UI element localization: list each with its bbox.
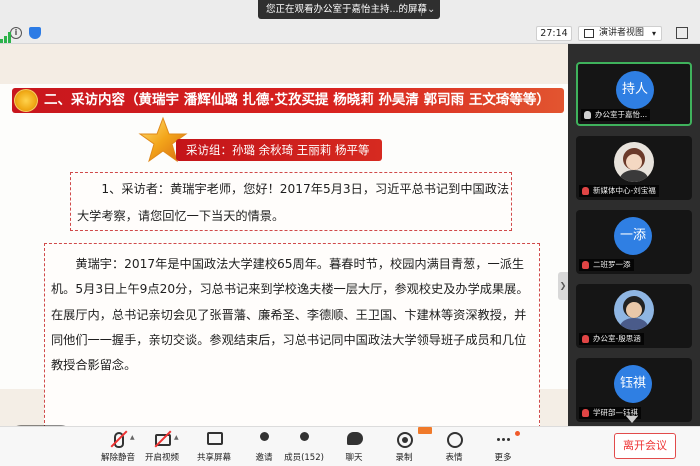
question-box: 1、采访者：黄瑞宇老师，您好！2017年5月3日，习近平总书记到中国政法大学考察… [70,172,512,231]
share-banner-text: 您正在观看办公室于嘉怡主持...的屏幕 [266,4,428,15]
chevron-down-icon: ▾ [651,29,656,38]
chat-button[interactable]: 聊天 [326,430,382,466]
bottom-toolbar: ▲ 解除静音 ▲ 开启视频 共享屏幕 邀请 成员(152) 聊天 录制 表情 更… [0,426,700,466]
avatar: 持人 [616,71,654,109]
members-icon [300,432,309,441]
mic-icon [584,111,591,119]
info-icon[interactable]: i [10,27,22,39]
avatar: 一添 [614,217,652,255]
notification-dot [515,431,520,436]
participant-tile[interactable]: 持人 办公室于嘉怡... [576,62,692,126]
interview-group-label: 采访组：孙璐 余秋琦 王丽莉 杨平等 [176,139,382,161]
status-bar: i 27:14 演讲者视图 ▾ [0,22,700,44]
participant-tile[interactable]: 新媒体中心-刘宝福 [576,136,692,200]
participant-name: 二班罗一添 [579,259,634,271]
members-button[interactable]: 成员(152) [276,430,332,466]
record-button[interactable]: 录制 [376,430,432,466]
mic-muted-icon [582,187,589,195]
answer-box: 黄瑞宇：2017年是中国政法大学建校65周年。暮春时节，校园内满目青葱，一派生机… [44,243,540,426]
chevron-down-icon[interactable]: ⌄ [427,0,435,19]
participant-tile[interactable]: 钰祺 学研部—钰祺 [576,358,692,422]
participant-tile[interactable]: 一添 二班罗一添 [576,210,692,274]
leave-meeting-button[interactable]: 离开会议 [614,433,676,459]
grid-icon [584,29,594,38]
more-button[interactable]: 更多 [475,430,531,466]
chat-icon [347,432,363,445]
mic-muted-icon [582,261,589,269]
emoji-icon [447,432,463,448]
participant-name: 办公室于嘉怡... [581,109,651,121]
share-screen-icon [207,432,223,445]
emoji-button[interactable]: 表情 [426,430,482,466]
meeting-timer: 27:14 [536,26,572,41]
slide-title: 二、采访内容（黄瑞宇 潘辉仙璐 扎德·艾孜买提 杨晓莉 孙昊清 郭司雨 王文琦等… [44,92,550,108]
avatar [614,290,654,330]
slide-header-bg [0,44,568,84]
participant-name: 办公室-殷思涵 [579,333,644,345]
scroll-down-icon[interactable] [626,416,638,423]
top-bar: 您正在观看办公室于嘉怡主持...的屏幕 ⌄ [0,0,700,22]
chevron-up-icon[interactable]: ▲ [174,434,179,441]
question-text: 1、采访者：黄瑞宇老师，您好！2017年5月3日，习近平总书记到中国政法大学考察… [77,182,510,223]
answer-text: 黄瑞宇：2017年是中国政法大学建校65周年。暮春时节，校园内满目青葱，一派生机… [51,257,529,373]
participant-tile[interactable]: 办公室-殷思涵 [576,284,692,348]
avatar [614,142,654,182]
shield-icon[interactable] [29,27,41,39]
avatar: 钰祺 [614,365,652,403]
shared-slide: 二、采访内容（黄瑞宇 潘辉仙璐 扎德·艾孜买提 杨晓莉 孙昊清 郭司雨 王文琦等… [0,44,568,426]
mic-muted-icon [582,409,589,417]
view-mode-dropdown[interactable]: 演讲者视图 ▾ [578,26,662,41]
view-mode-label: 演讲者视图 [599,28,645,38]
fullscreen-icon[interactable] [676,27,688,39]
screen-share-banner[interactable]: 您正在观看办公室于嘉怡主持...的屏幕 ⌄ [258,0,440,19]
meeting-window: 您正在观看办公室于嘉怡主持...的屏幕 ⌄ i 27:14 演讲者视图 ▾ 二、… [0,0,700,466]
participant-panel: 持人 办公室于嘉怡... 新媒体中心-刘宝福 一添 二班罗一添 办公室-殷思涵 … [568,44,700,426]
mic-muted-icon [582,335,589,343]
share-screen-button[interactable]: 共享屏幕 [186,430,242,466]
record-dot-icon [402,437,408,443]
add-user-icon [260,432,269,441]
emblem-icon [14,89,38,112]
collapse-panel-handle[interactable]: ❯ [558,272,568,300]
banner-divider [421,3,422,16]
participant-name: 新媒体中心-刘宝福 [579,185,659,197]
more-icon [496,432,512,448]
start-video-button[interactable]: ▲ 开启视频 [134,430,190,466]
